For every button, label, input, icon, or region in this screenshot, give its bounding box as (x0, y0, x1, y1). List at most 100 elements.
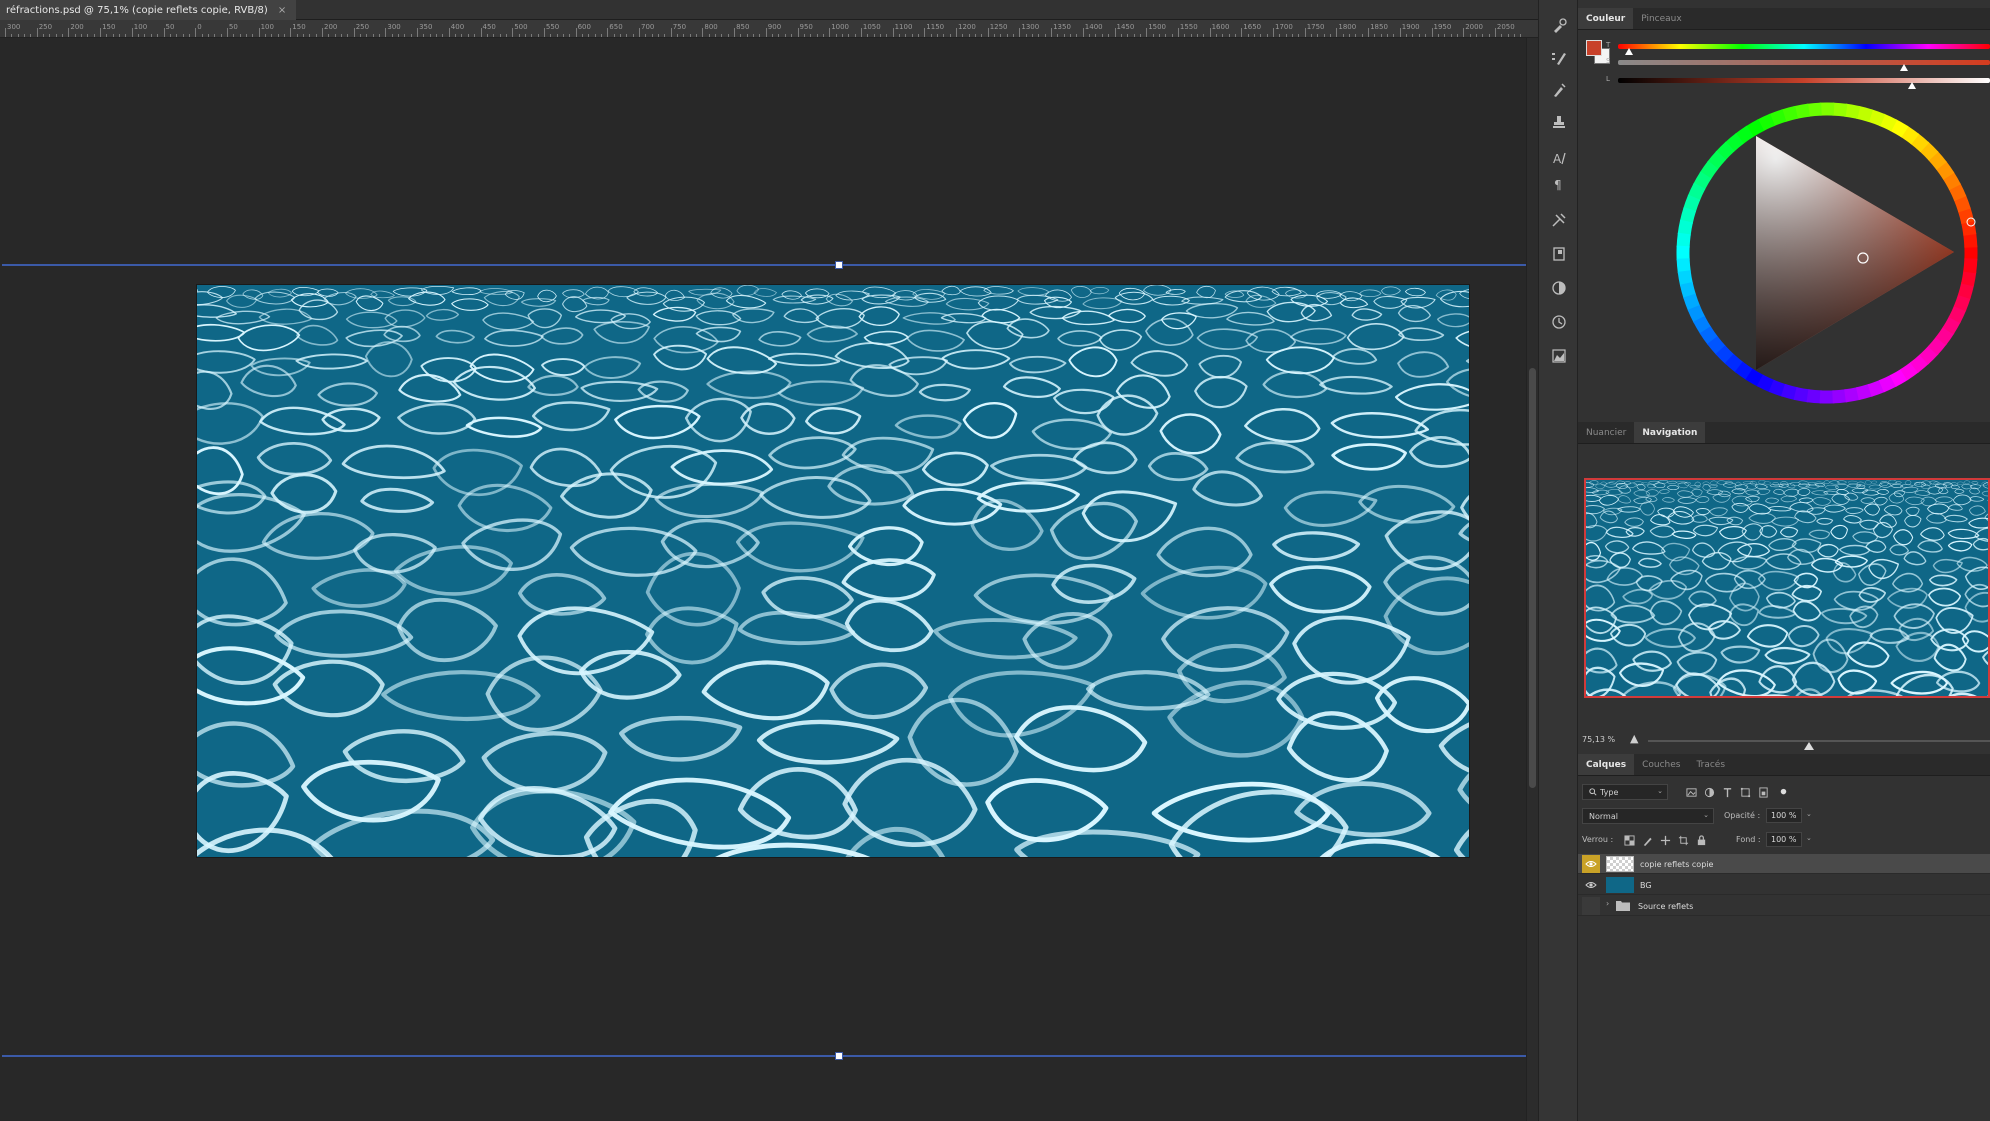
transform-handle-top[interactable] (835, 261, 843, 269)
visibility-toggle-empty[interactable] (1582, 897, 1600, 915)
tab-traces[interactable]: Tracés (1688, 754, 1733, 775)
canvas-area[interactable] (0, 38, 1526, 1121)
ruler-minor-tick (1190, 34, 1192, 37)
lock-all-icon[interactable] (1694, 833, 1708, 847)
ruler-minor-tick (1032, 34, 1034, 37)
tab-couleur[interactable]: Couleur (1578, 8, 1634, 29)
tab-couches[interactable]: Couches (1634, 754, 1688, 775)
filter-pixel-icon[interactable] (1684, 785, 1698, 799)
filter-type-icon[interactable] (1720, 785, 1734, 799)
ruler-label: 1600 (1211, 23, 1230, 31)
guide-line-top[interactable] (2, 264, 1526, 266)
layer-filter-select[interactable]: Type ⌄ (1582, 784, 1668, 800)
color-wheel[interactable] (1670, 96, 1984, 410)
zoom-value[interactable]: 75,13 % (1582, 735, 1615, 744)
ruler-minor-tick (49, 34, 51, 37)
lock-position-icon[interactable] (1658, 833, 1672, 847)
lightness-slider-track[interactable] (1618, 78, 1990, 83)
lock-pixels-icon[interactable] (1640, 833, 1654, 847)
ruler-minor-tick (1507, 34, 1509, 37)
saturation-slider-track[interactable] (1618, 60, 1990, 65)
zoom-slider-knob[interactable] (1803, 742, 1814, 750)
lightness-slider-knob[interactable] (1907, 82, 1916, 89)
tab-pinceaux[interactable]: Pinceaux (1633, 8, 1689, 29)
character-icon[interactable]: A (1547, 146, 1571, 170)
visibility-eye-icon[interactable] (1582, 876, 1600, 894)
hue-slider-track[interactable] (1618, 44, 1990, 49)
blend-row: Normal ⌄ Opacité : 100 % ⌄ (1582, 808, 1986, 826)
ruler-label: 700 (641, 23, 655, 31)
ruler-major-tick (1399, 28, 1401, 37)
horizontal-ruler[interactable]: 300 250 200 150 100 50 0 50 100 150 200 250 300 350 40… (0, 20, 1538, 38)
vertical-scrollbar[interactable] (1526, 38, 1538, 1121)
layer-thumbnail (1606, 856, 1634, 872)
ruler-minor-tick (11, 34, 13, 37)
ruler-label: 1300 (1021, 23, 1040, 31)
ruler-label: 850 (736, 23, 750, 31)
adjustments-icon[interactable] (1547, 276, 1571, 300)
close-tab-icon[interactable]: × (278, 5, 286, 16)
navigation-preview[interactable] (1584, 478, 1990, 698)
filter-shape-icon[interactable] (1738, 785, 1752, 799)
properties-icon[interactable] (1547, 242, 1571, 266)
ruler-minor-tick (1342, 34, 1344, 37)
fill-chevron-icon[interactable]: ⌄ (1806, 834, 1812, 842)
tool-presets-icon[interactable] (1547, 208, 1571, 232)
tab-navigation[interactable]: Navigation (1634, 422, 1706, 443)
clone-stamp-icon[interactable] (1547, 110, 1571, 134)
hue-slider-knob[interactable] (1625, 48, 1634, 55)
guide-line-bottom[interactable] (2, 1055, 1526, 1057)
transform-handle-bottom[interactable] (835, 1052, 843, 1060)
ruler-label: 1850 (1370, 23, 1388, 31)
ruler-label: 150 (292, 23, 306, 31)
ruler-minor-tick (854, 34, 856, 37)
foreground-color-swatch[interactable] (1586, 40, 1602, 56)
ruler-label: 1500 (1148, 23, 1167, 31)
ruler-minor-tick (645, 34, 647, 37)
ruler-label: 50 (165, 23, 175, 31)
ruler-minor-tick (1469, 34, 1471, 37)
ruler-minor-tick (1158, 34, 1160, 37)
paragraph-icon[interactable]: ¶ (1547, 172, 1571, 196)
clone-source-icon[interactable] (1547, 78, 1571, 102)
ruler-minor-tick (315, 34, 317, 37)
ruler-minor-tick (898, 34, 900, 37)
saturation-slider-knob[interactable] (1900, 64, 1909, 71)
ruler-major-tick (226, 28, 228, 37)
ruler-label: 2000 (1465, 23, 1484, 31)
ruler-minor-tick (81, 34, 83, 37)
ruler-minor-tick (157, 34, 159, 37)
lock-artboard-icon[interactable] (1676, 833, 1690, 847)
lock-transparency-icon[interactable] (1622, 833, 1636, 847)
ruler-minor-tick (505, 34, 507, 37)
opacity-field[interactable]: 100 % (1766, 808, 1802, 823)
document-tab[interactable]: réfractions.psd @ 75,1% (copie reflets c… (0, 0, 297, 20)
histogram-icon[interactable] (1547, 344, 1571, 368)
tab-nuancier[interactable]: Nuancier (1578, 422, 1634, 443)
scroll-thumb[interactable] (1529, 368, 1536, 788)
opacity-label: Opacité : (1724, 811, 1761, 820)
artwork-water-caustics[interactable] (197, 285, 1469, 857)
ruler-major-tick (734, 28, 736, 37)
layer-row-bg[interactable]: BG (1578, 875, 1990, 895)
chevron-right-icon[interactable]: › (1606, 899, 1609, 908)
zoom-slider-track[interactable] (1648, 740, 1990, 742)
fill-field[interactable]: 100 % (1766, 832, 1802, 847)
filter-toggle-icon[interactable] (1776, 785, 1790, 799)
blend-mode-select[interactable]: Normal ⌄ (1582, 808, 1714, 824)
filter-smart-object-icon[interactable] (1756, 785, 1770, 799)
history-brush-icon[interactable] (1547, 14, 1571, 38)
ruler-label: 250 (38, 23, 53, 31)
visibility-eye-icon[interactable] (1582, 855, 1600, 873)
history-icon[interactable] (1547, 310, 1571, 334)
zoom-out-icon[interactable]: ▲ (1630, 732, 1638, 745)
ruler-minor-tick (1298, 34, 1300, 37)
layer-row-copie-reflets-copie[interactable]: copie reflets copie (1578, 854, 1990, 874)
opacity-chevron-icon[interactable]: ⌄ (1806, 810, 1812, 818)
tab-calques[interactable]: Calques (1578, 754, 1635, 775)
layer-row-source-reflets[interactable]: › Source reflets (1578, 896, 1990, 916)
brush-settings-icon[interactable] (1547, 46, 1571, 70)
ruler-minor-tick (1070, 34, 1072, 37)
filter-adjustment-icon[interactable] (1702, 785, 1716, 799)
ruler-minor-tick (138, 34, 140, 37)
